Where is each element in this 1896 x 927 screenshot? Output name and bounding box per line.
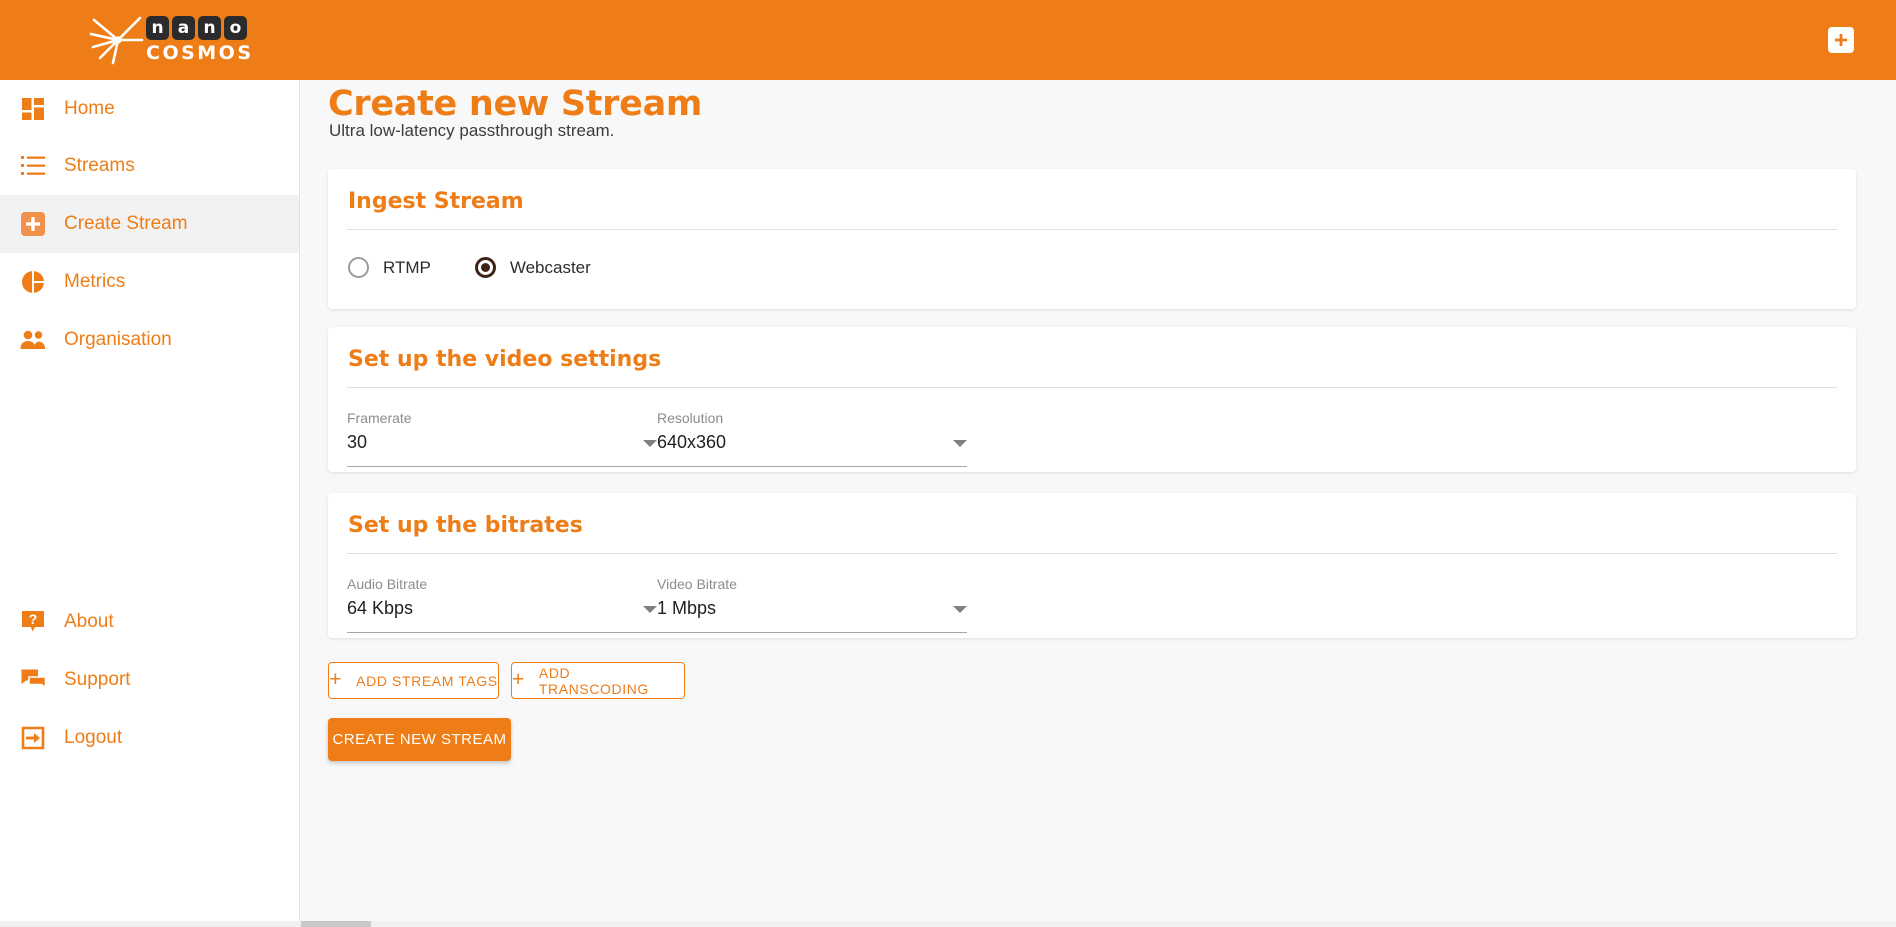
sidebar-item-label: Metrics <box>64 271 125 293</box>
select-underline <box>347 466 967 467</box>
sidebar-item-support[interactable]: Support <box>0 651 299 709</box>
plus-icon: + <box>512 669 525 690</box>
sidebar-item-label: Organisation <box>64 329 172 351</box>
video-settings-card: Set up the video settings Framerate 30 R… <box>328 327 1856 472</box>
video-bitrate-select[interactable]: Video Bitrate 1 Mbps <box>657 576 967 632</box>
divider <box>347 553 1837 554</box>
radio-label: Webcaster <box>510 258 591 278</box>
plus-square-icon <box>20 211 46 237</box>
sidebar-item-about[interactable]: ? About <box>0 593 299 651</box>
sidebar-item-create-stream[interactable]: Create Stream <box>0 195 299 253</box>
video-settings-title: Set up the video settings <box>348 347 661 372</box>
radio-unselected-icon <box>348 257 369 278</box>
dashboard-grid-icon <box>20 96 46 122</box>
page-subtitle: Ultra low-latency passthrough stream. <box>329 121 614 141</box>
chevron-down-icon[interactable] <box>953 606 967 613</box>
radio-option-rtmp[interactable]: RTMP <box>348 257 431 278</box>
audio-bitrate-label: Audio Bitrate <box>347 576 427 592</box>
plus-icon: + <box>329 669 342 690</box>
sidebar-item-streams[interactable]: Streams <box>0 137 299 195</box>
people-icon <box>20 327 46 353</box>
framerate-label: Framerate <box>347 410 412 426</box>
starburst-icon <box>88 14 144 66</box>
brand-logo[interactable]: n a n o COSMOS <box>88 14 254 66</box>
logo-letter: a <box>172 16 195 40</box>
create-new-stream-button[interactable]: CREATE NEW STREAM <box>328 718 511 761</box>
video-bitrate-label: Video Bitrate <box>657 576 737 592</box>
sidebar-item-home[interactable]: Home <box>0 80 299 138</box>
logout-arrow-icon <box>20 725 46 751</box>
logo-letter: o <box>224 16 247 40</box>
logo-letter: n <box>198 16 221 40</box>
horizontal-scrollbar-thumb[interactable] <box>301 921 371 927</box>
resolution-value: 640x360 <box>657 432 726 453</box>
sidebar-item-label: Home <box>64 98 115 120</box>
sidebar-item-organisation[interactable]: Organisation <box>0 311 299 369</box>
horizontal-scrollbar-track[interactable] <box>0 921 1896 927</box>
sidebar-item-logout[interactable]: Logout <box>0 709 299 767</box>
topbar-add-button[interactable] <box>1828 27 1854 53</box>
add-transcoding-button[interactable]: + ADD TRANSCODING <box>511 662 685 699</box>
add-stream-tags-button[interactable]: + ADD STREAM TAGS <box>328 662 499 699</box>
divider <box>347 229 1837 230</box>
sidebar-item-metrics[interactable]: Metrics <box>0 253 299 311</box>
divider <box>347 387 1837 388</box>
radio-selected-icon <box>475 257 496 278</box>
plus-icon <box>1833 32 1849 48</box>
audio-bitrate-value: 64 Kbps <box>347 598 413 619</box>
pie-chart-icon <box>20 269 46 295</box>
help-bubble-icon: ? <box>20 609 46 635</box>
chevron-down-icon[interactable] <box>643 440 657 447</box>
ingest-stream-title: Ingest Stream <box>348 189 524 214</box>
sidebar-item-label: About <box>64 611 114 633</box>
list-icon <box>20 153 46 179</box>
resolution-select[interactable]: Resolution 640x360 <box>657 410 967 466</box>
logo-nano-word: n a n o <box>146 16 254 40</box>
add-transcoding-label: ADD TRANSCODING <box>539 665 684 697</box>
chevron-down-icon[interactable] <box>643 606 657 613</box>
logo-cosmos-word: COSMOS <box>146 42 254 64</box>
add-stream-tags-label: ADD STREAM TAGS <box>356 673 498 689</box>
sidebar-item-label: Logout <box>64 727 122 749</box>
main-content-area: Create new Stream Ultra low-latency pass… <box>301 80 1896 921</box>
svg-text:?: ? <box>29 611 38 627</box>
sidebar-navigation: Home Streams Create Stream <box>0 80 300 921</box>
framerate-value: 30 <box>347 432 367 453</box>
audio-bitrate-select[interactable]: Audio Bitrate 64 Kbps <box>347 576 657 632</box>
framerate-select[interactable]: Framerate 30 <box>347 410 657 466</box>
page-title: Create new Stream <box>328 84 702 124</box>
ingest-type-radio-group: RTMP Webcaster <box>348 257 591 278</box>
ingest-stream-card: Ingest Stream RTMP Webcaster <box>328 169 1856 309</box>
select-underline <box>347 632 967 633</box>
sidebar-item-label: Support <box>64 669 131 691</box>
chat-bubbles-icon <box>20 667 46 693</box>
bitrates-title: Set up the bitrates <box>348 513 583 538</box>
sidebar-item-label: Streams <box>64 155 135 177</box>
resolution-label: Resolution <box>657 410 723 426</box>
bitrates-card: Set up the bitrates Audio Bitrate 64 Kbp… <box>328 493 1856 638</box>
video-bitrate-value: 1 Mbps <box>657 598 716 619</box>
sidebar-item-label: Create Stream <box>64 213 188 235</box>
radio-label: RTMP <box>383 258 431 278</box>
logo-letter: n <box>146 16 169 40</box>
radio-option-webcaster[interactable]: Webcaster <box>475 257 591 278</box>
chevron-down-icon[interactable] <box>953 440 967 447</box>
top-header-bar: n a n o COSMOS <box>0 0 1896 80</box>
